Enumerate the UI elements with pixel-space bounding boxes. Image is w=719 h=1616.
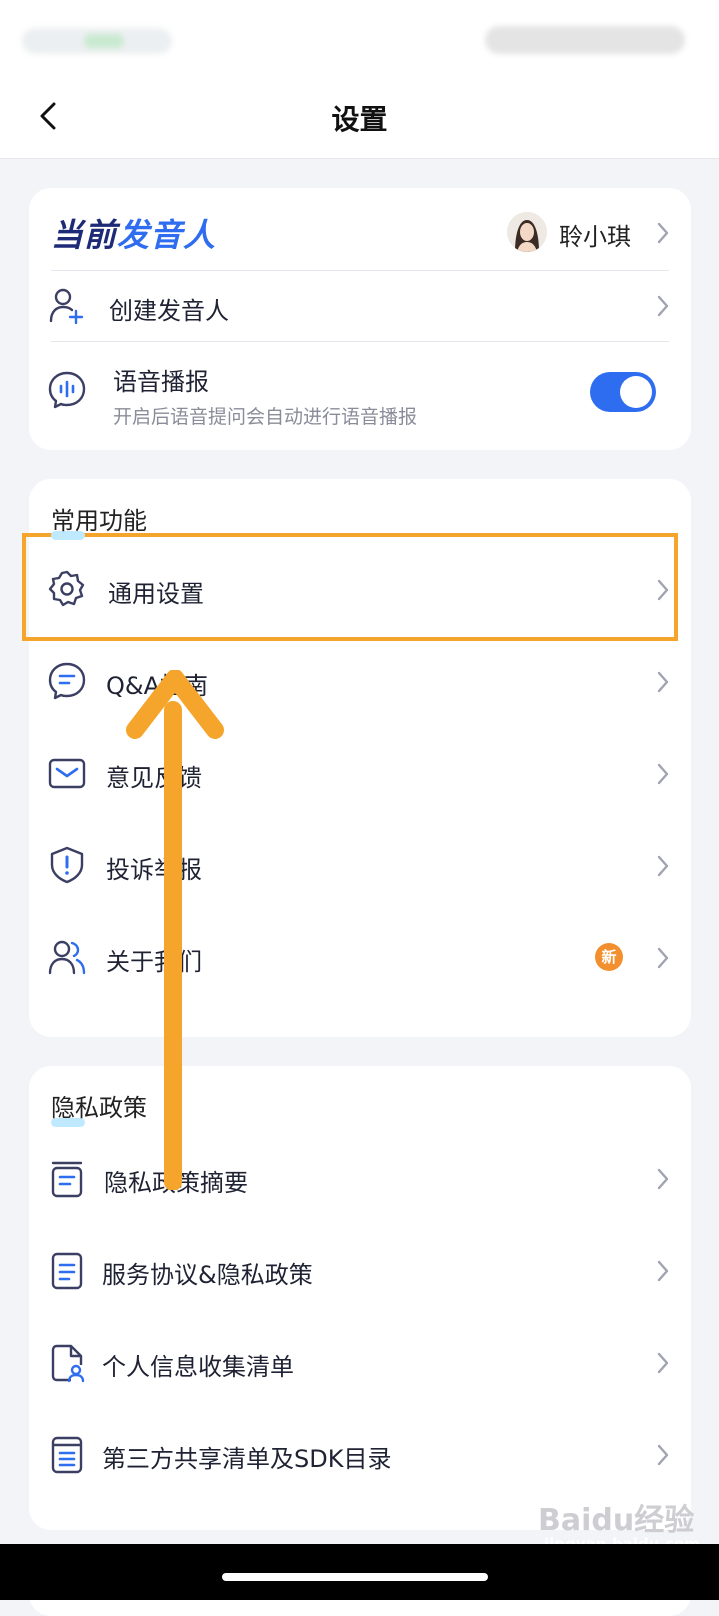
voice-broadcast-label: 语音播报 — [113, 368, 209, 396]
list-item-about-us[interactable]: 关于我们 新 — [29, 911, 691, 1003]
list-item-personal-info-list[interactable]: 个人信息收集清单 — [29, 1316, 691, 1408]
voice-broadcast-description: 开启后语音提问会自动进行语音播报 — [113, 406, 418, 428]
list-box-icon — [51, 1436, 83, 1474]
navigation-bar: 设置 — [0, 78, 719, 159]
list-item-third-party-sdk[interactable]: 第三方共享清单及SDK目录 — [29, 1408, 691, 1500]
mail-icon — [48, 758, 86, 789]
document-summary-icon — [51, 1161, 83, 1198]
chevron-right-icon — [657, 947, 669, 969]
create-speaker-label: 创建发音人 — [109, 297, 229, 325]
person-document-icon — [51, 1344, 85, 1383]
list-item-label: 服务协议&隐私政策 — [102, 1261, 313, 1289]
create-speaker-row[interactable]: 创建发音人 — [29, 271, 691, 341]
voice-broadcast-toggle[interactable] — [590, 372, 656, 412]
new-badge: 新 — [595, 943, 623, 971]
add-person-icon — [49, 288, 84, 325]
list-item-qa-guide[interactable]: Q&A指南 — [29, 635, 691, 727]
chat-bubble-icon — [48, 662, 86, 700]
list-item-service-agreement[interactable]: 服务协议&隐私政策 — [29, 1224, 691, 1316]
chevron-right-icon — [657, 1168, 669, 1190]
list-item-label: 关于我们 — [106, 948, 202, 976]
list-item-label: 第三方共享清单及SDK目录 — [102, 1445, 392, 1473]
chevron-right-icon — [657, 295, 669, 317]
home-indicator[interactable] — [222, 1573, 488, 1581]
toggle-knob — [620, 376, 652, 408]
status-bar — [0, 0, 719, 78]
section-title-privacy: 隐私政策 — [51, 1088, 147, 1127]
chevron-right-icon — [657, 763, 669, 785]
list-item-feedback[interactable]: 意见反馈 — [29, 727, 691, 819]
list-item-label: 通用设置 — [108, 580, 204, 608]
list-item-general-settings[interactable]: 通用设置 — [29, 543, 691, 635]
speaker-name: 聆小琪 — [559, 223, 631, 251]
shield-alert-icon — [50, 846, 84, 884]
common-functions-card: 常用功能 通用设置 Q&A指南 意见反馈 投诉举报 关于我们 新 — [29, 479, 691, 1037]
chevron-right-icon — [657, 579, 669, 601]
page-title: 设置 — [331, 103, 388, 136]
list-item-label: 投诉举报 — [106, 856, 202, 884]
chevron-right-icon — [657, 1260, 669, 1282]
chevron-right-icon — [657, 855, 669, 877]
voice-message-icon — [48, 371, 86, 409]
list-item-label: 隐私政策摘要 — [104, 1169, 248, 1197]
current-speaker-title: 当前发音人 — [51, 210, 216, 256]
speaker-card: 当前发音人 聆小琪 创建发音人 语音播报 开启后语音提问会自动进行语音播报 — [29, 188, 691, 450]
chevron-right-icon — [657, 671, 669, 693]
speaker-avatar — [507, 212, 547, 252]
list-item-label: Q&A指南 — [106, 672, 209, 700]
status-bar-left-blurred — [22, 28, 172, 54]
section-title-common: 常用功能 — [51, 501, 147, 540]
chevron-right-icon — [657, 222, 669, 244]
document-icon — [51, 1252, 83, 1290]
users-icon — [48, 940, 86, 975]
status-bar-right-blurred — [485, 26, 685, 54]
current-speaker-row[interactable]: 当前发音人 聆小琪 — [29, 188, 691, 276]
list-item-privacy-summary[interactable]: 隐私政策摘要 — [29, 1132, 691, 1224]
gear-icon — [48, 570, 85, 607]
current-speaker-title-part2: 发音人 — [117, 216, 217, 254]
list-item-complaint-report[interactable]: 投诉举报 — [29, 819, 691, 911]
list-item-label: 个人信息收集清单 — [102, 1353, 294, 1381]
privacy-card: 隐私政策 隐私政策摘要 服务协议&隐私政策 个人信息收集清单 第三方共享清单及S… — [29, 1066, 691, 1530]
chevron-right-icon — [657, 1352, 669, 1374]
chevron-right-icon — [657, 1444, 669, 1466]
bottom-system-bar — [0, 1544, 719, 1600]
current-speaker-title-part1: 当前 — [51, 216, 118, 254]
list-item-label: 意见反馈 — [106, 764, 202, 792]
